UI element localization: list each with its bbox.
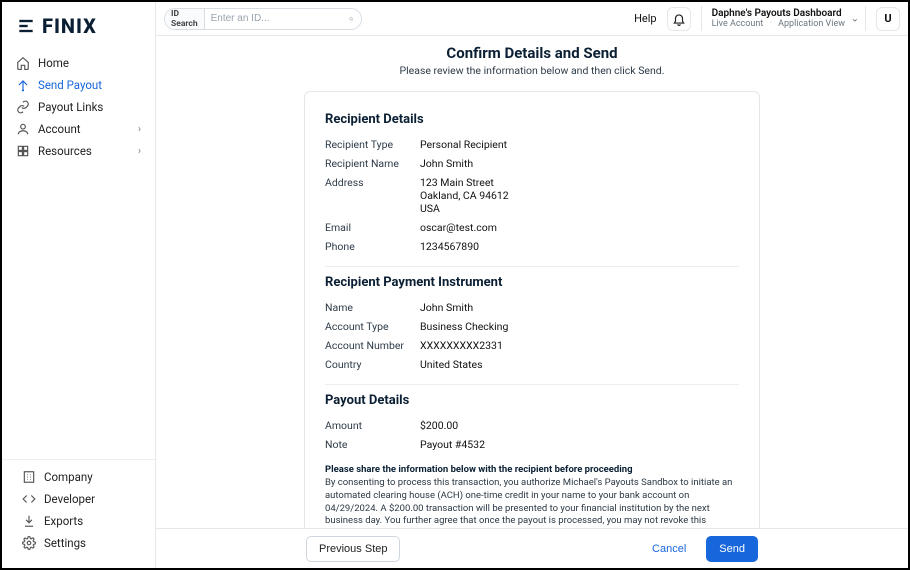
sidebar-item-label: Account xyxy=(38,122,81,136)
sidebar-item-label: Exports xyxy=(44,514,83,528)
sidebar-item-settings[interactable]: Settings xyxy=(14,532,143,554)
section-title: Recipient Payment Instrument xyxy=(325,275,739,290)
value-address: 123 Main Street Oakland, CA 94612 USA xyxy=(420,176,509,215)
label-pi-name: Name xyxy=(325,301,420,314)
send-icon xyxy=(16,78,30,92)
send-button[interactable]: Send xyxy=(706,536,758,562)
value-note: Payout #4532 xyxy=(420,438,485,451)
label-address: Address xyxy=(325,176,420,215)
chevron-right-icon: › xyxy=(138,146,141,157)
value-recipient-name: John Smith xyxy=(420,157,473,170)
legal-title: Please share the information below with … xyxy=(325,464,739,475)
value-recipient-type: Personal Recipient xyxy=(420,138,507,151)
sidebar-item-payout-links[interactable]: Payout Links xyxy=(8,96,149,118)
notifications-button[interactable] xyxy=(667,7,691,31)
label-phone: Phone xyxy=(325,240,420,253)
value-email: oscar@test.com xyxy=(420,221,497,234)
label-recipient-name: Recipient Name xyxy=(325,157,420,170)
account-icon xyxy=(16,122,30,136)
sidebar-item-home[interactable]: Home xyxy=(8,52,149,74)
confirm-card: Recipient Details Recipient TypePersonal… xyxy=(304,91,760,528)
value-account-type: Business Checking xyxy=(420,320,508,333)
previous-step-button[interactable]: Previous Step xyxy=(306,536,400,562)
settings-icon xyxy=(22,536,36,550)
bell-icon xyxy=(672,12,686,26)
sidebar-item-label: Payout Links xyxy=(38,100,103,114)
user-avatar[interactable]: U xyxy=(876,7,900,31)
sidebar-item-developer[interactable]: Developer xyxy=(14,488,143,510)
legal-body: By consenting to process this transactio… xyxy=(325,477,739,528)
value-country: United States xyxy=(420,358,483,371)
chevron-down-icon: ⌄ xyxy=(851,13,859,24)
sidebar-item-label: Send Payout xyxy=(38,78,102,92)
sidebar-item-send-payout[interactable]: Send Payout xyxy=(8,74,149,96)
section-title: Payout Details xyxy=(325,393,739,408)
section-payout-details: Payout Details Amount$200.00 NotePayout … xyxy=(325,393,739,528)
topbar: ID Search Help Daphne's Payouts Dashboar… xyxy=(156,2,908,36)
sidebar: FINIX Home Send Payout Payout Links xyxy=(2,2,156,568)
company-icon xyxy=(22,470,36,484)
sidebar-item-account[interactable]: Account › xyxy=(8,118,149,140)
resources-icon xyxy=(16,144,30,158)
home-icon xyxy=(16,56,30,70)
value-phone: 1234567890 xyxy=(420,240,479,253)
sidebar-item-label: Settings xyxy=(44,536,86,550)
sidebar-item-label: Resources xyxy=(38,144,92,158)
sidebar-footer: Company Developer Exports xyxy=(2,459,155,560)
brand-text: FINIX xyxy=(42,14,97,38)
exports-icon xyxy=(22,514,36,528)
page-header: Confirm Details and Send Please review t… xyxy=(156,44,908,77)
search-label: ID Search xyxy=(165,9,205,29)
sidebar-item-exports[interactable]: Exports xyxy=(14,510,143,532)
label-recipient-type: Recipient Type xyxy=(325,138,420,151)
label-country: Country xyxy=(325,358,420,371)
label-email: Email xyxy=(325,221,420,234)
value-amount: $200.00 xyxy=(420,419,458,432)
label-account-type: Account Type xyxy=(325,320,420,333)
account-name: Daphne's Payouts Dashboard xyxy=(712,8,845,19)
sidebar-item-company[interactable]: Company xyxy=(14,466,143,488)
chevron-right-icon: › xyxy=(138,124,141,135)
section-title: Recipient Details xyxy=(325,112,739,127)
value-pi-name: John Smith xyxy=(420,301,473,314)
sidebar-item-label: Developer xyxy=(44,492,95,506)
page-title: Confirm Details and Send xyxy=(156,44,908,62)
sidebar-item-resources[interactable]: Resources › xyxy=(8,140,149,162)
footer-bar: Previous Step Cancel Send xyxy=(156,528,908,568)
account-subline: Live Account · Application View xyxy=(712,19,845,29)
finix-mark-icon xyxy=(16,16,36,36)
page-subtitle: Please review the information below and … xyxy=(156,64,908,77)
sidebar-item-label: Company xyxy=(44,470,93,484)
search-wrap[interactable]: ID Search xyxy=(164,8,362,30)
search-icon xyxy=(349,13,353,25)
link-icon xyxy=(16,100,30,114)
value-account-number: XXXXXXXXX2331 xyxy=(420,339,503,352)
help-link[interactable]: Help xyxy=(634,12,657,25)
brand-logo: FINIX xyxy=(2,10,155,52)
cancel-button[interactable]: Cancel xyxy=(640,536,698,562)
sidebar-item-label: Home xyxy=(38,56,69,70)
developer-icon xyxy=(22,492,36,506)
search-input[interactable] xyxy=(205,13,349,24)
label-note: Note xyxy=(325,438,420,451)
label-amount: Amount xyxy=(325,419,420,432)
nav-top: Home Send Payout Payout Links Account › xyxy=(2,52,155,162)
section-payment-instrument: Recipient Payment Instrument NameJohn Sm… xyxy=(325,275,739,385)
section-recipient-details: Recipient Details Recipient TypePersonal… xyxy=(325,112,739,267)
label-account-number: Account Number xyxy=(325,339,420,352)
account-switcher[interactable]: Daphne's Payouts Dashboard Live Account … xyxy=(701,6,866,31)
